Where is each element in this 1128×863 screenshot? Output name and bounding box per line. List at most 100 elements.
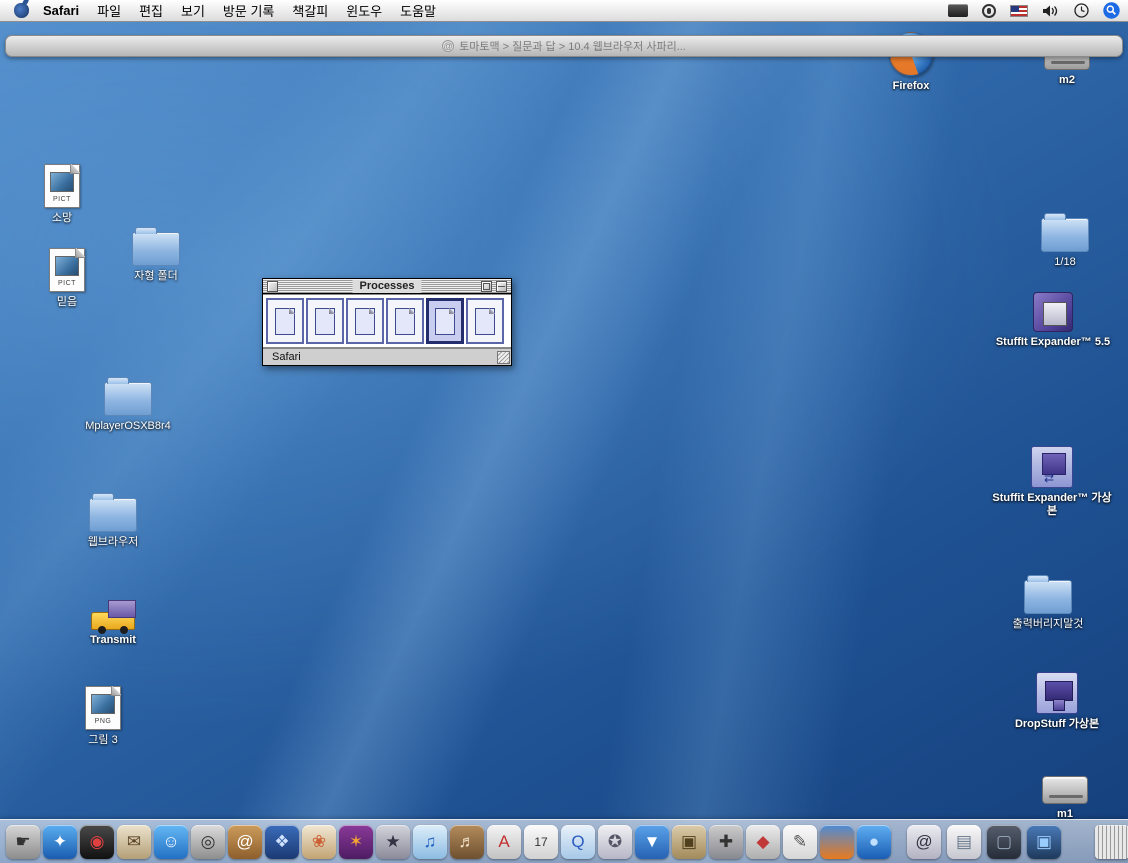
process-item-1[interactable] (266, 298, 304, 344)
close-box-icon[interactable] (267, 281, 278, 292)
document-icon (315, 308, 335, 335)
stuffit-expander-alias-icon (1031, 446, 1073, 488)
clock-icon[interactable] (1074, 3, 1089, 18)
folder-icon (132, 232, 180, 266)
desktop-icon-stuffit-alias[interactable]: Stuffit Expander™ 가상본 (992, 446, 1112, 518)
keyboard-layout-icon[interactable] (948, 4, 968, 17)
desktop-icon-webbrowser-folder[interactable]: 웹브라우저 (65, 490, 161, 549)
photos-icon-glyph: ❖ (274, 833, 289, 850)
menu-help[interactable]: 도움말 (400, 1, 436, 20)
ichat-icon-glyph: ☺ (162, 833, 179, 850)
icon-label: 소망 (52, 212, 72, 225)
photos-icon[interactable]: ❖ (265, 825, 299, 859)
process-item-6[interactable] (466, 298, 504, 344)
dock-right: @ ▤ ▢▣ (907, 825, 1128, 859)
screenshots-window-icon[interactable]: ▤ (947, 825, 981, 859)
quicktime-icon[interactable]: Q (561, 825, 595, 859)
display-blue-icon[interactable]: ▣ (1027, 825, 1061, 859)
stamps-icon[interactable]: ✉ (117, 825, 151, 859)
addressbook-icon[interactable]: @ (228, 825, 262, 859)
menu-window[interactable]: 윈도우 (346, 1, 382, 20)
menu-file[interactable]: 파일 (97, 1, 121, 20)
desktop-icon-stuffit-expander[interactable]: StuffIt Expander™ 5.5 (988, 292, 1118, 349)
icon-label: Transmit (90, 634, 136, 647)
stamps-icon-glyph: ✉ (127, 833, 141, 850)
volume-icon[interactable] (1042, 4, 1060, 18)
input-mic-icon[interactable] (982, 4, 996, 18)
apple-menu-icon[interactable] (14, 3, 29, 18)
safari-icon[interactable]: ✦ (43, 825, 77, 859)
us-flag-icon[interactable] (1010, 5, 1028, 17)
collapse-box-icon[interactable] (496, 281, 507, 292)
isight-camera-icon-glyph: ◎ (201, 833, 216, 850)
process-item-2[interactable] (306, 298, 344, 344)
dashboard-icon-glyph: ◉ (90, 833, 105, 850)
downloads-icon-glyph: ▼ (644, 833, 661, 850)
addressbook-icon-glyph: @ (236, 833, 253, 850)
dock: ☛✦◉✉☺◎@❖❀✶★♫♬A17Q✪▼▣✚◆✎● @▤▢▣ (0, 819, 1128, 863)
process-item-4[interactable] (386, 298, 424, 344)
desktop-icon-dropstuff-alias[interactable]: DropStuff 가상본 (1002, 672, 1112, 731)
iphoto-icon[interactable]: ❀ (302, 825, 336, 859)
resize-grip-icon[interactable] (497, 351, 510, 364)
desktop-icon-m1[interactable]: m1 (1017, 766, 1113, 821)
appleworks-icon[interactable]: A (487, 825, 521, 859)
desktop-icon-mplayer-folder[interactable]: MplayerOSXB8r4 (80, 374, 176, 433)
classic-hand-icon[interactable]: ☛ (6, 825, 40, 859)
window-title: @ 토마토맥 > 질문과 답 > 10.4 웹브라우저 사파리... (442, 38, 686, 54)
icon-label: 1/18 (1054, 256, 1075, 269)
downloads-icon[interactable]: ▼ (635, 825, 669, 859)
icon-label: 자형 폴더 (134, 270, 178, 283)
dashboard-icon[interactable]: ◉ (80, 825, 114, 859)
trash-basket-icon[interactable] (1095, 825, 1128, 859)
processes-window[interactable]: Processes Safari (262, 278, 512, 366)
desktop-icon-118-folder[interactable]: 1/18 (1017, 210, 1113, 269)
folder-icon (104, 382, 152, 416)
icon-label: DropStuff 가상본 (1015, 718, 1099, 731)
document-icon (395, 308, 415, 335)
utilities-icon[interactable]: ✚ (709, 825, 743, 859)
menu-edit[interactable]: 편집 (139, 1, 163, 20)
apple-logo-icon[interactable]: ✪ (598, 825, 632, 859)
classic-hand-icon-glyph: ☛ (15, 833, 30, 850)
ichat-icon[interactable]: ☺ (154, 825, 188, 859)
at-disc-icon[interactable]: @ (907, 825, 941, 859)
imovie-icon[interactable]: ★ (376, 825, 410, 859)
desktop-icon-jahyeong-folder[interactable]: 자형 폴더 (108, 224, 204, 283)
desktop-icon-geurim3[interactable]: PNG 그림 3 (55, 686, 151, 747)
idvd-icon[interactable]: ✶ (339, 825, 373, 859)
collapsed-safari-window-titlebar[interactable]: @ 토마토맥 > 질문과 답 > 10.4 웹브라우저 사파리... (5, 35, 1123, 57)
ical-icon-glyph: 17 (534, 836, 547, 848)
processes-titlebar[interactable]: Processes (263, 279, 511, 294)
camino-globe-icon[interactable]: ● (857, 825, 891, 859)
active-app-menu[interactable]: Safari (43, 3, 79, 18)
menu-history[interactable]: 방문 기록 (223, 1, 274, 20)
isight-camera-icon[interactable]: ◎ (191, 825, 225, 859)
firefox-icon[interactable] (820, 825, 854, 859)
file-type-badge: PICT (58, 280, 76, 287)
zoom-box-icon[interactable] (481, 281, 492, 292)
menu-view[interactable]: 보기 (181, 1, 205, 20)
icon-label: 웹브라우저 (88, 536, 139, 549)
process-item-3[interactable] (346, 298, 384, 344)
desktop-icon-mideum[interactable]: PICT 믿음 (19, 248, 115, 309)
display-dark-icon[interactable]: ▢ (987, 825, 1021, 859)
dock-left: ☛ ✦ ◉ ✉ ☺ ◎ @ ❖ ❀✶ ★ ♫♬A 17 Q✪ ▼ ▣ ✚◆✎ ● (6, 825, 891, 859)
desktop-icon-somang[interactable]: PICT 소망 (14, 164, 110, 225)
desktop-icon-transmit[interactable]: Transmit (65, 592, 161, 647)
imovie-icon-glyph: ★ (385, 833, 400, 850)
spotlight-icon[interactable] (1103, 2, 1120, 19)
menu-bookmarks[interactable]: 책갈피 (292, 1, 328, 20)
textedit-icon[interactable]: ✎ (783, 825, 817, 859)
camino-globe-icon-glyph: ● (869, 833, 879, 850)
keychain-lock-icon[interactable]: ◆ (746, 825, 780, 859)
installer-box-icon-glyph: ▣ (681, 833, 697, 850)
desktop-icon-output-folder[interactable]: 출력버리지말것 (1000, 572, 1096, 631)
itunes-icon[interactable]: ♫ (413, 825, 447, 859)
ical-icon[interactable]: 17 (524, 825, 558, 859)
process-item-5-selected[interactable] (426, 298, 464, 344)
document-icon (275, 308, 295, 335)
screenshots-window-icon-glyph: ▤ (956, 833, 972, 850)
garageband-icon[interactable]: ♬ (450, 825, 484, 859)
installer-box-icon[interactable]: ▣ (672, 825, 706, 859)
